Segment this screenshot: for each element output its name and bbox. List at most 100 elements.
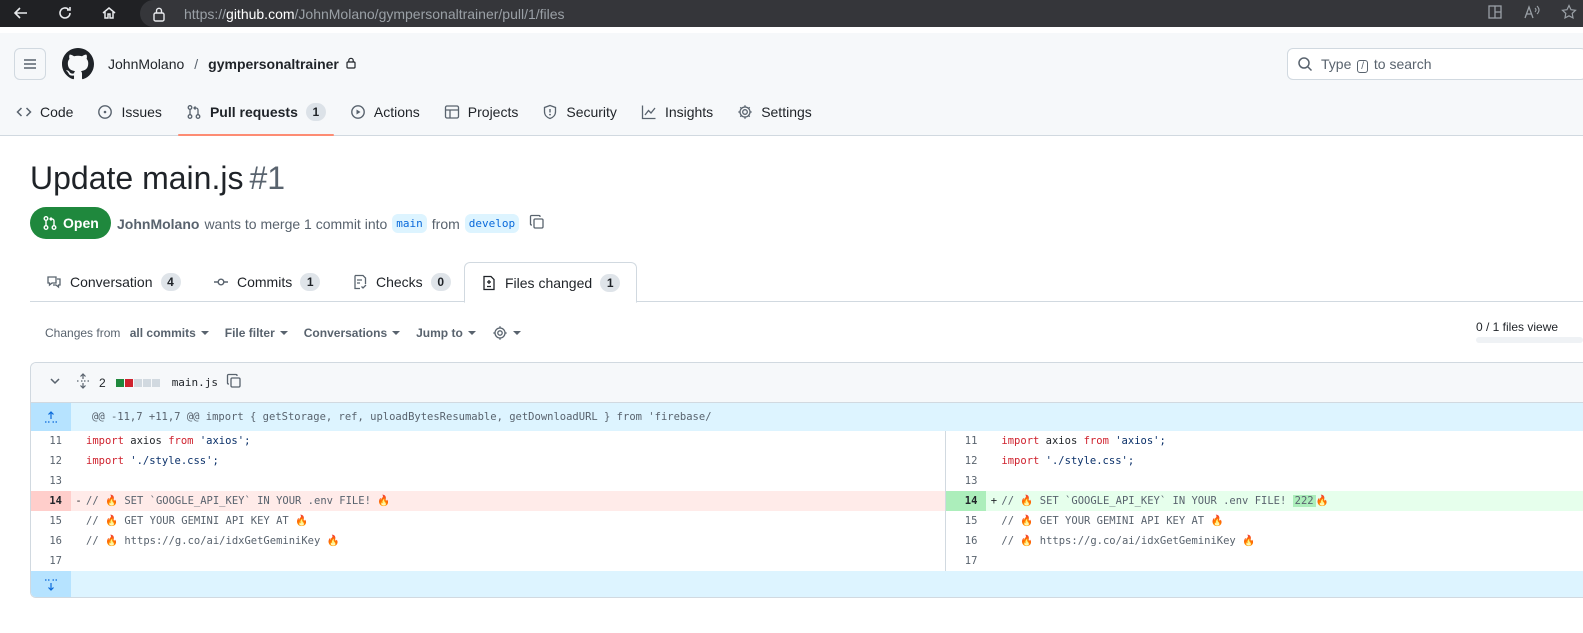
line-number[interactable]: 16	[946, 531, 986, 551]
lock-icon[interactable]	[152, 6, 166, 22]
merge-summary: JohnMolano wants to merge 1 commit into …	[117, 214, 545, 233]
graph-icon	[641, 105, 656, 120]
diffstat	[115, 378, 160, 387]
code-line: import axios from 'axios';	[1001, 435, 1166, 447]
diff-sign: +	[990, 495, 998, 507]
line-number[interactable]: 11	[946, 431, 986, 451]
copy-icon[interactable]	[226, 373, 242, 392]
line-number[interactable]: 12	[31, 451, 71, 471]
tab-insights[interactable]: Insights	[633, 95, 721, 129]
repo-nav: Code Issues Pull requests 1 Actions Proj…	[0, 95, 820, 136]
hunk-footer	[31, 571, 1583, 597]
home-icon[interactable]	[98, 2, 120, 24]
gear-icon	[493, 326, 507, 340]
tab-code[interactable]: Code	[8, 95, 81, 129]
tab-issues[interactable]: Issues	[89, 95, 169, 129]
expand-all-icon[interactable]	[75, 373, 91, 392]
repo-link[interactable]: gympersonaltrainer	[208, 56, 339, 72]
flame-icon: 🔥	[1315, 495, 1329, 507]
head-branch[interactable]: develop	[464, 214, 520, 233]
code-icon	[16, 107, 32, 117]
back-icon[interactable]	[10, 2, 32, 24]
code-line: // 🔥 https://g.co/ai/idxGetGeminiKey 🔥	[86, 535, 340, 547]
split-screen-icon[interactable]	[1487, 4, 1503, 24]
favorite-star-icon[interactable]	[1561, 3, 1577, 24]
tab-projects[interactable]: Projects	[436, 95, 527, 129]
flame-icon: 🔥	[1210, 515, 1224, 527]
line-number[interactable]: 13	[31, 471, 71, 491]
breadcrumb: JohnMolano / gympersonaltrainer	[108, 56, 357, 72]
expand-up-icon	[45, 411, 57, 423]
address-bar[interactable]: https://github.com/JohnMolano/gympersona…	[140, 0, 1583, 27]
expand-up-button[interactable]	[31, 403, 71, 431]
file-name[interactable]: main.js	[172, 376, 218, 389]
line-number[interactable]: 13	[946, 471, 986, 491]
changes-from-dropdown[interactable]: Changes from all commits	[45, 326, 209, 340]
reload-icon[interactable]	[54, 2, 76, 24]
checks-count: 0	[430, 273, 451, 291]
chevron-down-icon[interactable]	[47, 373, 63, 392]
expand-down-button[interactable]	[31, 571, 71, 597]
tab-pull-requests[interactable]: Pull requests 1	[177, 95, 334, 136]
added-text: 222	[1292, 495, 1316, 507]
line-number[interactable]: 17	[31, 551, 71, 571]
base-branch[interactable]: main	[392, 214, 427, 233]
diff-row: 13 13	[31, 471, 1583, 491]
merge-text-1: wants to merge 1 commit into	[204, 215, 388, 232]
tab-files-changed[interactable]: Files changed 1	[464, 262, 638, 303]
pr-tabs: Conversation 4 Commits 1 Checks 0 Files …	[30, 262, 1583, 303]
copy-icon[interactable]	[529, 214, 545, 233]
table-icon	[444, 105, 459, 119]
line-number[interactable]: 16	[31, 531, 71, 551]
hunk-header: @@ -11,7 +11,7 @@ import { getStorage, r…	[31, 403, 1583, 431]
comment-icon	[47, 276, 61, 289]
commits-count: 1	[300, 273, 321, 291]
code-line: import './style.css';	[1001, 455, 1135, 467]
play-icon	[350, 105, 365, 119]
issue-icon	[98, 105, 113, 119]
diff-settings-button[interactable]	[492, 325, 521, 341]
breadcrumb-separator: /	[194, 56, 199, 72]
tab-actions[interactable]: Actions	[342, 95, 428, 129]
line-number[interactable]: 11	[31, 431, 71, 451]
diff-row: 15 // 🔥 GET YOUR GEMINI API KEY AT 🔥 15 //…	[31, 511, 1583, 531]
tab-settings[interactable]: Settings	[729, 95, 820, 129]
files-viewed-progress	[1476, 337, 1583, 343]
line-number[interactable]: 14	[946, 491, 987, 511]
diff-sign: -	[75, 495, 82, 507]
gear-icon	[738, 105, 752, 119]
code-line: import './style.css';	[86, 455, 219, 467]
line-number[interactable]: 17	[946, 551, 986, 571]
diff-row: 17 17	[31, 551, 1583, 571]
read-aloud-icon[interactable]	[1523, 4, 1541, 24]
owner-link[interactable]: JohnMolano	[108, 56, 184, 72]
file-filter-dropdown[interactable]: File filter	[225, 326, 288, 340]
diff-file: 2 main.js @@ -11,7 +11,7 @@ import { get…	[30, 362, 1583, 598]
code-line: // 🔥 https://g.co/ai/idxGetGeminiKey 🔥	[1001, 535, 1256, 547]
line-number[interactable]: 15	[946, 511, 986, 531]
file-header: 2 main.js	[31, 363, 1583, 403]
tab-checks[interactable]: Checks 0	[352, 262, 451, 302]
added-line: 14 +// 🔥 SET `GOOGLE_API_KEY` IN YOUR .en…	[945, 491, 1583, 511]
shield-icon	[544, 104, 557, 120]
tab-conversation[interactable]: Conversation 4	[46, 262, 181, 302]
diff-rows: 11 import axios from 'axios'; 11 import ax…	[31, 431, 1583, 571]
code-line: import axios from 'axios';	[86, 435, 251, 447]
tab-commits[interactable]: Commits 1	[213, 262, 321, 302]
tab-security[interactable]: Security	[534, 95, 625, 129]
diff-toolbar: Changes from all commits File filter Con…	[45, 324, 521, 342]
hamburger-menu-button[interactable]	[14, 48, 46, 80]
code-line: // 🔥 SET `GOOGLE_API_KEY` IN YOUR .env F…	[1001, 495, 1329, 507]
pr-number: #1	[249, 160, 286, 196]
jump-to-dropdown[interactable]: Jump to	[416, 326, 476, 340]
browser-toolbar: https://github.com/JohnMolano/gympersona…	[0, 0, 1583, 27]
github-logo-icon[interactable]	[62, 48, 94, 80]
line-number[interactable]: 12	[946, 451, 986, 471]
author-link[interactable]: JohnMolano	[117, 216, 199, 232]
line-number[interactable]: 15	[31, 511, 71, 531]
hunk-text: @@ -11,7 +11,7 @@ import { getStorage, r…	[92, 411, 712, 423]
code-line: // 🔥 GET YOUR GEMINI API KEY AT 🔥	[1001, 515, 1224, 527]
conversations-dropdown[interactable]: Conversations	[304, 326, 401, 340]
search-input[interactable]: Type / to search	[1287, 48, 1583, 80]
line-number[interactable]: 14	[31, 491, 71, 511]
